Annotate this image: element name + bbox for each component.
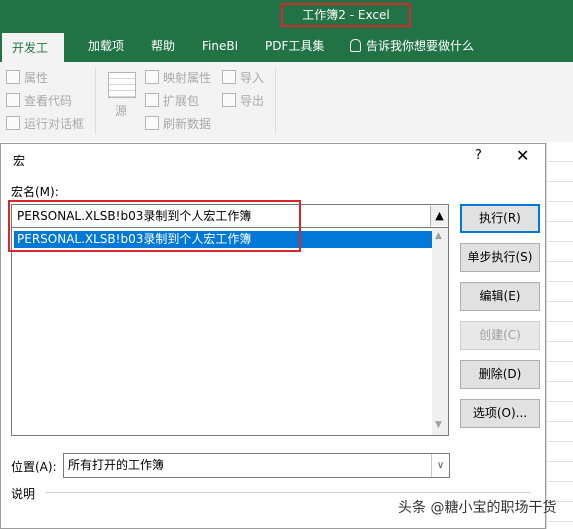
excel-title-bar: 工作簿2 - Excel (0, 0, 573, 31)
refresh-data-button[interactable]: 刷新数据 (145, 115, 211, 133)
worksheet-grid[interactable] (546, 142, 573, 529)
delete-button[interactable]: 删除(D) (460, 360, 540, 389)
window-title: 工作簿2 - Excel (281, 3, 411, 27)
edit-button[interactable]: 编辑(E) (460, 282, 540, 311)
run-dialog-button[interactable]: 运行对话框 (6, 115, 84, 133)
location-select[interactable]: 所有打开的工作簿 ∨ (63, 453, 450, 478)
create-button: 创建(C) (460, 321, 540, 350)
scroll-up-icon[interactable]: ▲ (435, 231, 442, 241)
ribbon-divider (275, 68, 276, 134)
location-label: 位置(A): (11, 460, 57, 474)
properties-icon (6, 70, 20, 84)
run-dialog-icon (6, 116, 20, 130)
refresh-data-icon (145, 116, 159, 130)
map-properties-button[interactable]: 映射属性 (145, 69, 211, 87)
chevron-down-icon[interactable]: ∨ (431, 454, 449, 477)
map-properties-icon (145, 70, 159, 84)
ribbon-panel: 属性 查看代码 运行对话框 源 映射属性 扩展包 刷新数据 导入 导出 (0, 62, 573, 143)
macro-name-label: 宏名(M): (11, 185, 59, 199)
close-icon[interactable]: ✕ (516, 146, 529, 165)
description-divider (46, 492, 531, 493)
tell-me-search[interactable]: 告诉我你想要做什么 (350, 31, 474, 62)
lightbulb-icon (350, 39, 361, 52)
ribbon-tab-bar: 开发工具 加载项 帮助 FineBI PDF工具集 告诉我你想要做什么 (0, 31, 573, 86)
tab-finebi[interactable]: FineBI (202, 31, 238, 62)
tab-help[interactable]: 帮助 (151, 31, 175, 62)
import-icon (222, 70, 236, 84)
watermark: 头条 @糖小宝的职场干货 (398, 500, 557, 516)
tab-pdf-tools[interactable]: PDF工具集 (265, 31, 324, 62)
tab-addins[interactable]: 加载项 (88, 31, 124, 62)
macro-dialog: 宏 ? ✕ 宏名(M): PERSONAL.XLSB!b03录制到个人宏工作簿 … (0, 143, 546, 529)
list-scrollbar[interactable]: ▲ ▼ (432, 228, 448, 435)
run-button[interactable]: 执行(R) (460, 204, 540, 233)
tab-developer[interactable]: 开发工具 (2, 31, 64, 86)
expansion-pack-icon (145, 93, 159, 107)
description-label: 说明 (11, 487, 36, 501)
scroll-down-icon[interactable]: ▼ (435, 420, 442, 430)
step-into-button[interactable]: 单步执行(S) (460, 243, 540, 272)
properties-button[interactable]: 属性 (6, 69, 48, 87)
ribbon-divider (95, 68, 96, 134)
dialog-title: 宏 (13, 154, 26, 168)
view-code-button[interactable]: 查看代码 (6, 92, 72, 110)
highlight-annotation (8, 200, 301, 252)
source-button[interactable]: 源 (115, 102, 127, 120)
arrow-up-icon: ▲ (435, 209, 444, 222)
options-button[interactable]: 选项(O)... (460, 399, 540, 428)
macro-list[interactable]: PERSONAL.XLSB!b03录制到个人宏工作簿 ▲ ▼ (11, 228, 449, 436)
export-button[interactable]: 导出 (222, 92, 264, 110)
import-button[interactable]: 导入 (222, 69, 264, 87)
expansion-pack-button[interactable]: 扩展包 (145, 92, 199, 110)
location-value: 所有打开的工作簿 (68, 458, 165, 472)
collapse-dialog-button[interactable]: ▲ (430, 206, 448, 226)
view-code-icon (6, 93, 20, 107)
tell-me-label: 告诉我你想要做什么 (366, 39, 475, 53)
xml-source-icon (108, 72, 136, 98)
help-button[interactable]: ? (475, 148, 482, 163)
export-icon (222, 93, 236, 107)
